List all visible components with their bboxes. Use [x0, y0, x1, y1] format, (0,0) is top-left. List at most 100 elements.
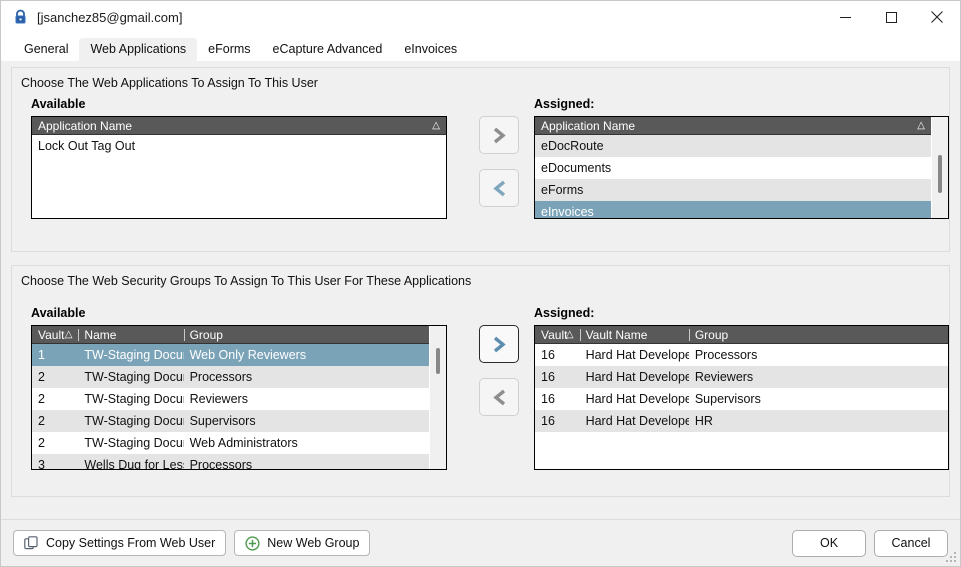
available-groups-grid[interactable]: Vault △ Name Group 1 TW-Staging Document…: [31, 325, 447, 470]
copy-settings-from-web-user-button[interactable]: Copy Settings From Web User: [13, 530, 227, 556]
window-controls: [822, 1, 960, 33]
cancel-button[interactable]: Cancel: [874, 529, 948, 557]
web-applications-caption: Choose The Web Applications To Assign To…: [21, 76, 318, 90]
column-header-application-name[interactable]: Application Name △: [535, 119, 931, 133]
assign-group-button[interactable]: [479, 325, 520, 363]
sort-ascending-icon: △: [565, 328, 574, 340]
table-row[interactable]: eInvoices: [535, 201, 931, 218]
cell-vault-name: Hard Hat Developers: [585, 348, 689, 362]
cell-name: TW-Staging Documents Test: [84, 414, 183, 428]
cell-application-name: Lock Out Tag Out: [38, 139, 136, 153]
column-header-vault[interactable]: Vault △: [535, 328, 580, 342]
cell-vault: 3: [38, 458, 45, 469]
footer-bar: Copy Settings From Web User New Web Grou…: [1, 520, 960, 566]
cell-vault-name: Hard Hat Developers: [585, 414, 689, 428]
window-title: [jsanchez85@gmail.com]: [37, 9, 183, 25]
assigned-applications-label: Assigned:: [534, 97, 595, 111]
column-header-application-name[interactable]: Application Name △: [32, 119, 446, 133]
cell-vault: 1: [38, 348, 45, 362]
table-row[interactable]: 16 Hard Hat Developers HR: [535, 410, 948, 432]
available-applications-grid[interactable]: Application Name △ Lock Out Tag Out: [31, 116, 447, 219]
grid-header: Vault △ Name Group: [32, 326, 429, 344]
applications-transfer-buttons: .: [465, 97, 534, 219]
cell-application-name: eInvoices: [541, 205, 594, 218]
table-row[interactable]: 2 TW-Staging Documents Test Supervisors: [32, 410, 429, 432]
assigned-applications-grid[interactable]: Application Name △ eDocRoute eDocuments: [534, 116, 949, 219]
plus-circle-icon: [245, 535, 260, 551]
web-security-groups-caption: Choose The Web Security Groups To Assign…: [21, 274, 472, 288]
scrollbar-thumb[interactable]: [938, 155, 942, 193]
new-web-group-label: New Web Group: [267, 536, 360, 550]
minimize-button[interactable]: [822, 1, 868, 33]
table-row[interactable]: 16 Hard Hat Developers Processors: [535, 344, 948, 366]
available-groups-label: Available: [31, 306, 86, 320]
cell-name: Wells Dug for Less: [84, 458, 184, 469]
cell-name: TW-Staging Documents: [84, 348, 183, 362]
chevron-left-icon: [493, 389, 505, 405]
cell-group: Reviewers: [189, 392, 248, 406]
table-row[interactable]: 16 Hard Hat Developers Supervisors: [535, 388, 948, 410]
maximize-button[interactable]: [868, 1, 914, 33]
cell-vault: 2: [38, 370, 45, 384]
assigned-groups-column: Assigned: Vault △ Vault Name Group 16 Ha…: [534, 306, 949, 470]
table-row[interactable]: eForms: [535, 179, 931, 201]
copy-settings-label: Copy Settings From Web User: [46, 536, 216, 550]
assigned-groups-grid[interactable]: Vault △ Vault Name Group 16 Hard Hat Dev…: [534, 325, 949, 470]
title-bar: [jsanchez85@gmail.com]: [1, 1, 960, 33]
tab-web-applications[interactable]: Web Applications: [79, 37, 198, 61]
tab-eforms[interactable]: eForms: [197, 38, 261, 62]
ok-button[interactable]: OK: [792, 529, 866, 557]
cell-group: Supervisors: [694, 392, 761, 406]
chevron-right-icon: [493, 336, 506, 352]
table-row[interactable]: 2 TW-Staging Documents Test Processors: [32, 366, 429, 388]
available-groups-scrollbar[interactable]: [429, 326, 446, 469]
table-row[interactable]: 3 Wells Dug for Less Processors: [32, 454, 429, 469]
tab-general[interactable]: General: [13, 38, 79, 62]
available-groups-column: Available Vault △ Name Group 1 TW-Stagin…: [31, 306, 465, 470]
new-web-group-button[interactable]: New Web Group: [234, 530, 371, 556]
cell-group: Web Administrators: [189, 436, 298, 450]
assign-application-button[interactable]: [479, 116, 520, 154]
cell-vault-name: Hard Hat Developers: [585, 370, 689, 384]
table-row[interactable]: Lock Out Tag Out: [32, 135, 446, 157]
column-header-name[interactable]: Name: [78, 328, 183, 342]
table-row[interactable]: 1 TW-Staging Documents Web Only Reviewer…: [32, 344, 429, 366]
column-header-vault-name[interactable]: Vault Name: [579, 328, 689, 342]
cell-group: Web Only Reviewers: [189, 348, 307, 362]
available-applications-column: Available Application Name △ Lock Out Ta…: [31, 97, 465, 219]
table-row[interactable]: 2 TW-Staging Documents Test Reviewers: [32, 388, 429, 410]
assigned-groups-label: Assigned:: [534, 306, 595, 320]
cell-group: Supervisors: [189, 414, 256, 428]
cell-vault: 2: [38, 414, 45, 428]
tab-ecapture-advanced[interactable]: eCapture Advanced: [262, 38, 394, 62]
cell-group: Processors: [694, 348, 758, 362]
grid-header: Application Name △: [32, 117, 446, 135]
cell-name: TW-Staging Documents Test: [84, 370, 183, 384]
cell-vault: 2: [38, 436, 45, 450]
close-button[interactable]: [914, 1, 960, 33]
tab-einvoices[interactable]: eInvoices: [393, 38, 468, 62]
table-row[interactable]: eDocRoute: [535, 135, 931, 157]
column-header-vault[interactable]: Vault △: [32, 328, 78, 342]
column-header-group[interactable]: Group: [183, 328, 429, 342]
sort-ascending-icon: △: [64, 328, 73, 340]
cell-application-name: eForms: [541, 183, 584, 197]
available-applications-label: Available: [31, 97, 86, 111]
table-row[interactable]: 2 TW-Staging Documents Test Web Administ…: [32, 432, 429, 454]
user-properties-window: [jsanchez85@gmail.com] General Web Appli…: [0, 0, 961, 567]
unassign-group-button[interactable]: [479, 378, 520, 416]
cell-vault: 16: [541, 348, 555, 362]
table-row[interactable]: eDocuments: [535, 157, 931, 179]
cell-vault: 16: [541, 392, 555, 406]
grid-header: Application Name △: [535, 117, 931, 135]
cell-group: HR: [694, 414, 713, 428]
scrollbar-thumb[interactable]: [436, 348, 440, 374]
copy-icon: [24, 535, 39, 551]
tab-content-web-applications: Choose The Web Applications To Assign To…: [1, 61, 960, 519]
table-row[interactable]: 16 Hard Hat Developers Reviewers: [535, 366, 948, 388]
resize-grip[interactable]: [945, 551, 957, 563]
assigned-applications-column: Assigned: Application Name △ eDocRoute e…: [534, 97, 949, 219]
column-header-group[interactable]: Group: [688, 328, 948, 342]
unassign-application-button[interactable]: [479, 169, 520, 207]
assigned-applications-scrollbar[interactable]: [931, 117, 948, 218]
